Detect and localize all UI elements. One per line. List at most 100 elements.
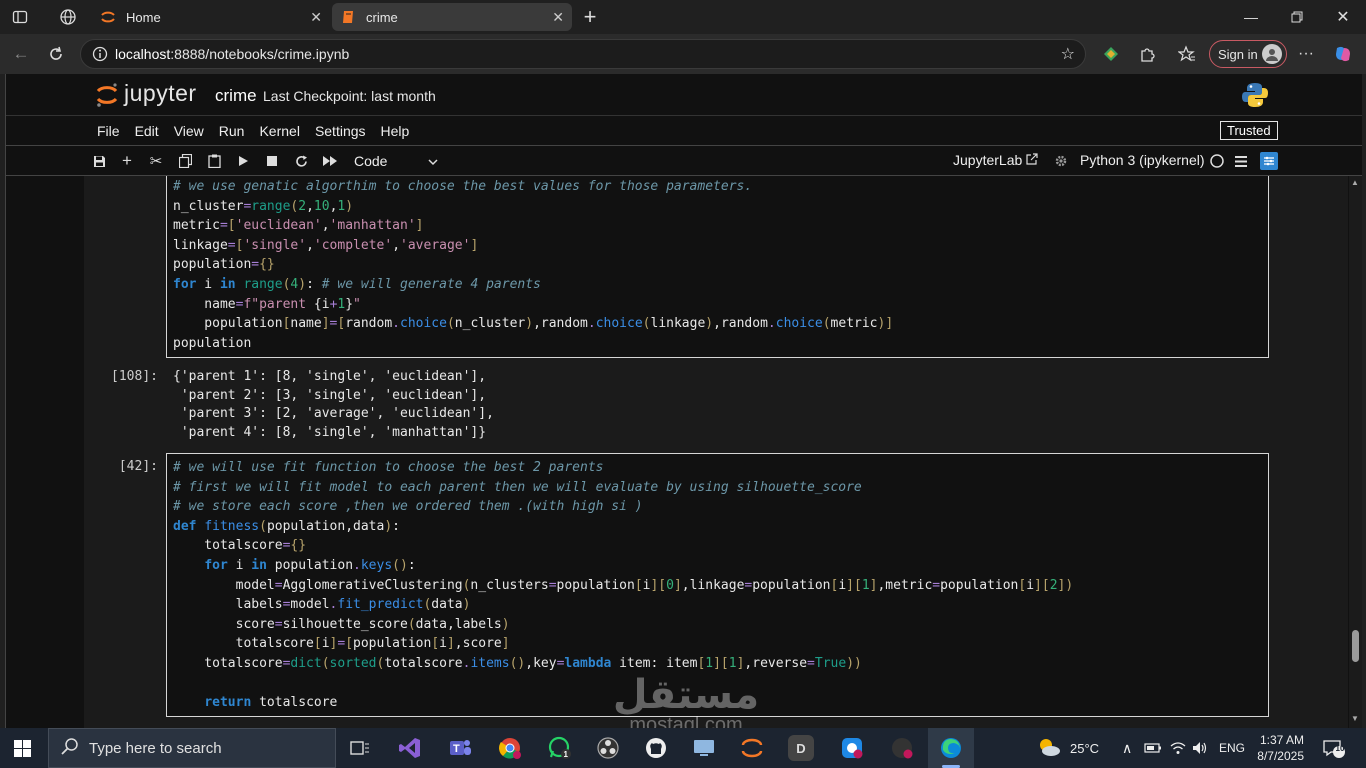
obs-icon[interactable] bbox=[594, 734, 622, 762]
favorites-icon[interactable] bbox=[1170, 37, 1204, 71]
battery-icon[interactable] bbox=[1144, 728, 1162, 768]
python-logo-icon bbox=[1242, 82, 1268, 108]
code-line: def fitness(population,data): bbox=[173, 518, 400, 534]
app-icon-dark[interactable] bbox=[888, 734, 916, 762]
menu-settings[interactable]: Settings bbox=[315, 123, 366, 139]
cell-type-select[interactable]: Code bbox=[354, 152, 438, 170]
volume-icon[interactable] bbox=[1192, 728, 1208, 768]
menu-help[interactable]: Help bbox=[381, 123, 410, 139]
restart-run-all-icon[interactable] bbox=[321, 152, 339, 170]
restore-icon[interactable] bbox=[1274, 0, 1320, 34]
chrome-icon[interactable] bbox=[496, 734, 524, 762]
output-line: {'parent 1': [8, 'single', 'euclidean'], bbox=[173, 369, 487, 384]
task-view-icon[interactable] bbox=[346, 734, 374, 762]
code-line: model=AgglomerativeClustering(n_clusters… bbox=[173, 577, 1074, 593]
avatar-icon bbox=[1262, 44, 1282, 64]
github-icon[interactable] bbox=[642, 734, 670, 762]
code-cell-1[interactable]: # we use genatic algorthim to choose the… bbox=[166, 176, 1269, 358]
notification-count: 10 bbox=[1335, 744, 1345, 753]
code-cell-2-source[interactable]: # we will use fit function to choose the… bbox=[173, 458, 1073, 713]
remote-desktop-icon[interactable] bbox=[690, 734, 718, 762]
visual-studio-icon[interactable] bbox=[396, 734, 424, 762]
weather-widget[interactable]: 25°C bbox=[1036, 728, 1099, 768]
new-tab-icon[interactable]: + bbox=[576, 3, 604, 31]
tab-actions-icon[interactable] bbox=[6, 3, 34, 31]
notebook-toolbar: + ✂ Code JupyterLab Python 3 (ipykernel) bbox=[6, 146, 1362, 176]
clock[interactable]: 1:37 AM 8/7/2025 bbox=[1256, 728, 1304, 768]
cut-icon[interactable]: ✂ bbox=[147, 152, 165, 170]
jupyter-logo-icon[interactable] bbox=[96, 82, 120, 108]
output-line: 'parent 2': [3, 'single', 'euclidean'], bbox=[173, 387, 487, 403]
output-prompt: [108]: bbox=[111, 369, 158, 384]
extension-colorful-icon[interactable] bbox=[1094, 37, 1128, 71]
insert-cell-icon[interactable]: + bbox=[118, 151, 136, 170]
menu-run[interactable]: Run bbox=[219, 123, 245, 139]
edge-taskbar-icon[interactable] bbox=[928, 728, 974, 768]
notebook-scrollbar[interactable]: ▲ ▼ bbox=[1349, 176, 1362, 728]
jupyter-favicon-icon bbox=[100, 9, 116, 25]
jupyter-menu-bar: File Edit View Run Kernel Settings Help … bbox=[6, 116, 1362, 146]
app-d-icon[interactable]: D bbox=[788, 735, 814, 761]
svg-text:1: 1 bbox=[564, 750, 569, 759]
kernel-name[interactable]: Python 3 (ipykernel) bbox=[1080, 152, 1205, 168]
tab-home[interactable]: Home ✕ bbox=[92, 3, 330, 31]
windows-start-icon[interactable] bbox=[14, 740, 31, 762]
kernel-settings-gear-icon[interactable] bbox=[1052, 152, 1070, 170]
scrollbar-thumb[interactable] bbox=[1352, 630, 1359, 662]
code-line: score=silhouette_score(data,labels) bbox=[173, 616, 510, 632]
notebook-title[interactable]: crime bbox=[215, 86, 257, 106]
menu-kernel[interactable]: Kernel bbox=[259, 123, 299, 139]
property-inspector-icon[interactable] bbox=[1260, 152, 1278, 170]
copy-icon[interactable] bbox=[176, 152, 194, 170]
whatsapp-icon[interactable]: 1 bbox=[546, 734, 574, 762]
extensions-puzzle-icon[interactable] bbox=[1130, 37, 1164, 71]
show-hidden-icons-chevron-icon[interactable]: ∧ bbox=[1122, 728, 1132, 768]
notification-center-icon[interactable]: 10 bbox=[1322, 728, 1346, 768]
code-line: # we use genatic algorthim to choose the… bbox=[173, 177, 893, 197]
wifi-icon[interactable] bbox=[1170, 728, 1186, 768]
chrome-profile-icon[interactable] bbox=[838, 734, 866, 762]
scroll-down-icon[interactable]: ▼ bbox=[1351, 714, 1359, 723]
close-tab-icon[interactable]: ✕ bbox=[552, 9, 564, 26]
scroll-up-icon[interactable]: ▲ bbox=[1351, 178, 1359, 187]
site-info-icon[interactable] bbox=[85, 46, 115, 62]
back-icon[interactable]: ← bbox=[4, 37, 38, 71]
workspaces-globe-icon[interactable] bbox=[54, 3, 82, 31]
windows-taskbar: Type here to search T 1 D 25°C ∧ ENG 1:3… bbox=[0, 728, 1366, 768]
trusted-badge[interactable]: Trusted bbox=[1220, 121, 1278, 140]
teams-icon[interactable]: T bbox=[446, 734, 474, 762]
save-icon[interactable] bbox=[90, 152, 108, 170]
code-cell-2[interactable]: # we will use fit function to choose the… bbox=[166, 453, 1269, 717]
menu-edit[interactable]: Edit bbox=[135, 123, 159, 139]
weather-temperature: 25°C bbox=[1070, 740, 1100, 756]
stop-kernel-icon[interactable] bbox=[263, 152, 281, 170]
code-comment: # we use genatic algorthim to choose the… bbox=[173, 179, 753, 194]
weather-partly-cloudy-icon bbox=[1036, 736, 1062, 761]
jupyter-wordmark: jupyter bbox=[124, 80, 197, 106]
minimize-icon[interactable]: — bbox=[1228, 0, 1274, 34]
restart-kernel-icon[interactable] bbox=[292, 152, 310, 170]
menu-file[interactable]: File bbox=[97, 123, 120, 139]
paste-icon[interactable] bbox=[205, 152, 223, 170]
run-cell-icon[interactable] bbox=[234, 152, 252, 170]
language-indicator[interactable]: ENG bbox=[1219, 728, 1245, 768]
favorite-star-icon[interactable]: ☆ bbox=[1061, 44, 1075, 64]
copilot-icon[interactable] bbox=[1326, 37, 1360, 71]
more-options-icon[interactable]: ··· bbox=[1289, 37, 1323, 71]
jupyter-taskbar-icon[interactable] bbox=[738, 734, 766, 762]
close-window-icon[interactable]: ✕ bbox=[1320, 0, 1366, 34]
tab-crime[interactable]: crime ✕ bbox=[332, 3, 572, 31]
menu-view[interactable]: View bbox=[174, 123, 204, 139]
code-line: for i in range(4): # we will generate 4 … bbox=[173, 276, 541, 292]
sign-in-button[interactable]: Sign in bbox=[1209, 40, 1287, 68]
code-line: population[name]=[random.choice(n_cluste… bbox=[173, 316, 894, 332]
code-cell-1-source[interactable]: # we use genatic algorthim to choose the… bbox=[173, 177, 893, 353]
menu-lines-icon[interactable] bbox=[1232, 152, 1250, 170]
jupyter-notebook-app: jupyter crime Last Checkpoint: last mont… bbox=[5, 74, 1362, 728]
taskbar-search-box[interactable]: Type here to search bbox=[48, 728, 336, 768]
close-tab-icon[interactable]: ✕ bbox=[310, 9, 322, 26]
clock-date: 8/7/2025 bbox=[1257, 749, 1304, 763]
refresh-icon[interactable] bbox=[39, 37, 73, 71]
url-field[interactable]: localhost:8888/notebooks/crime.ipynb ☆ bbox=[80, 39, 1086, 69]
open-jupyterlab-link[interactable]: JupyterLab bbox=[953, 152, 1038, 168]
